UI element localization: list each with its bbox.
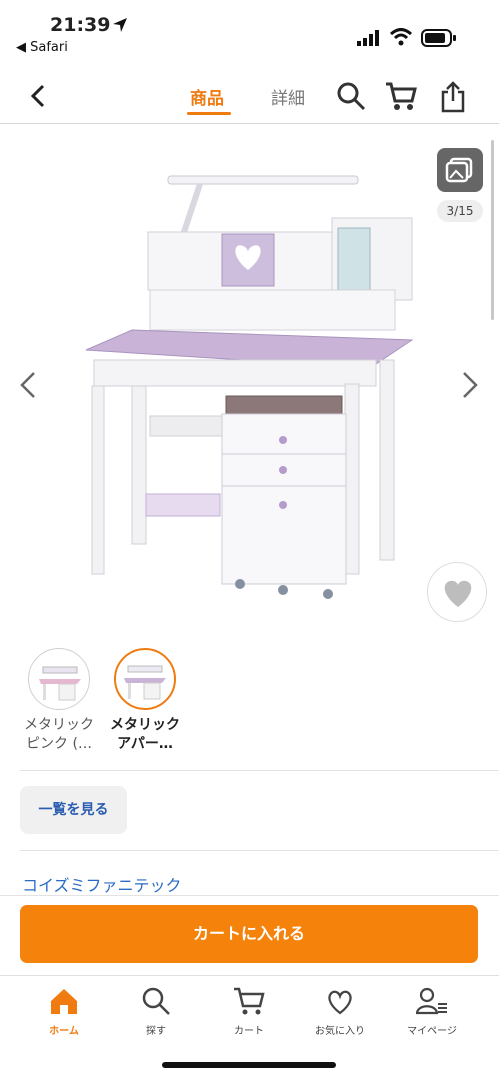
tab-mypage[interactable]: マイページ xyxy=(392,986,472,1037)
home-indicator[interactable] xyxy=(162,1062,336,1068)
brand-link[interactable]: コイズミファニテック xyxy=(22,872,182,896)
gallery-icon xyxy=(445,157,473,183)
tab-favorites[interactable]: お気に入り xyxy=(300,986,380,1037)
location-arrow-icon xyxy=(113,18,127,32)
search-icon[interactable] xyxy=(336,81,366,111)
status-time: 21:39 xyxy=(50,14,111,36)
tab-detail[interactable]: 詳細 xyxy=(271,84,305,109)
image-counter: 3/15 xyxy=(437,200,483,222)
product-image-gallery[interactable] xyxy=(0,130,499,640)
battery-icon xyxy=(421,29,456,47)
tab-product[interactable]: 商品 xyxy=(190,84,224,109)
variant-thumbnail xyxy=(114,648,176,710)
cart-icon xyxy=(234,987,265,1015)
heart-icon xyxy=(444,580,472,607)
tab-search[interactable]: 探す xyxy=(116,986,196,1037)
heart-icon xyxy=(328,990,352,1015)
home-icon xyxy=(51,989,77,1014)
product-header: 商品 詳細 xyxy=(0,68,499,124)
tab-label: お気に入り xyxy=(315,1026,365,1037)
cart-icon[interactable] xyxy=(385,81,417,111)
tab-home[interactable]: ホーム xyxy=(24,986,104,1037)
back-chevron-icon[interactable] xyxy=(28,84,48,108)
active-tab-indicator xyxy=(187,112,231,115)
variant-label-line2: ピンク (… xyxy=(26,736,92,752)
status-bar: 21:39 ◀ Safari xyxy=(0,0,499,60)
signal-icon xyxy=(357,30,379,46)
user-icon xyxy=(415,987,447,1015)
tab-cart[interactable]: カート xyxy=(209,986,289,1037)
variant-thumbnail xyxy=(28,648,90,710)
tab-label: マイページ xyxy=(407,1026,457,1037)
divider xyxy=(0,895,499,896)
variant-option[interactable]: メタリックピンク (… xyxy=(14,648,104,754)
divider xyxy=(20,770,499,771)
variant-label-line1: メタリック xyxy=(110,717,180,733)
add-to-cart-button[interactable]: カートに入れる xyxy=(20,905,478,963)
tab-label: 探す xyxy=(146,1026,166,1037)
variant-label-line1: メタリック xyxy=(24,717,94,733)
variant-label-line2: アパー… xyxy=(117,736,173,752)
variant-option-selected[interactable]: メタリックアパー… xyxy=(100,648,190,754)
view-list-button[interactable]: 一覧を見る xyxy=(20,786,127,834)
next-image-chevron-icon[interactable] xyxy=(458,370,482,400)
back-to-safari[interactable]: ◀ Safari xyxy=(16,40,68,55)
divider xyxy=(20,850,499,851)
share-icon[interactable] xyxy=(440,81,466,113)
product-image-desk xyxy=(85,175,414,599)
tab-label: ホーム xyxy=(49,1026,79,1037)
favorite-button[interactable] xyxy=(427,562,487,622)
tab-label: カート xyxy=(234,1026,264,1037)
search-icon xyxy=(142,987,170,1015)
image-gallery-button[interactable] xyxy=(437,148,483,192)
prev-image-chevron-icon[interactable] xyxy=(16,370,40,400)
wifi-icon xyxy=(390,28,412,46)
